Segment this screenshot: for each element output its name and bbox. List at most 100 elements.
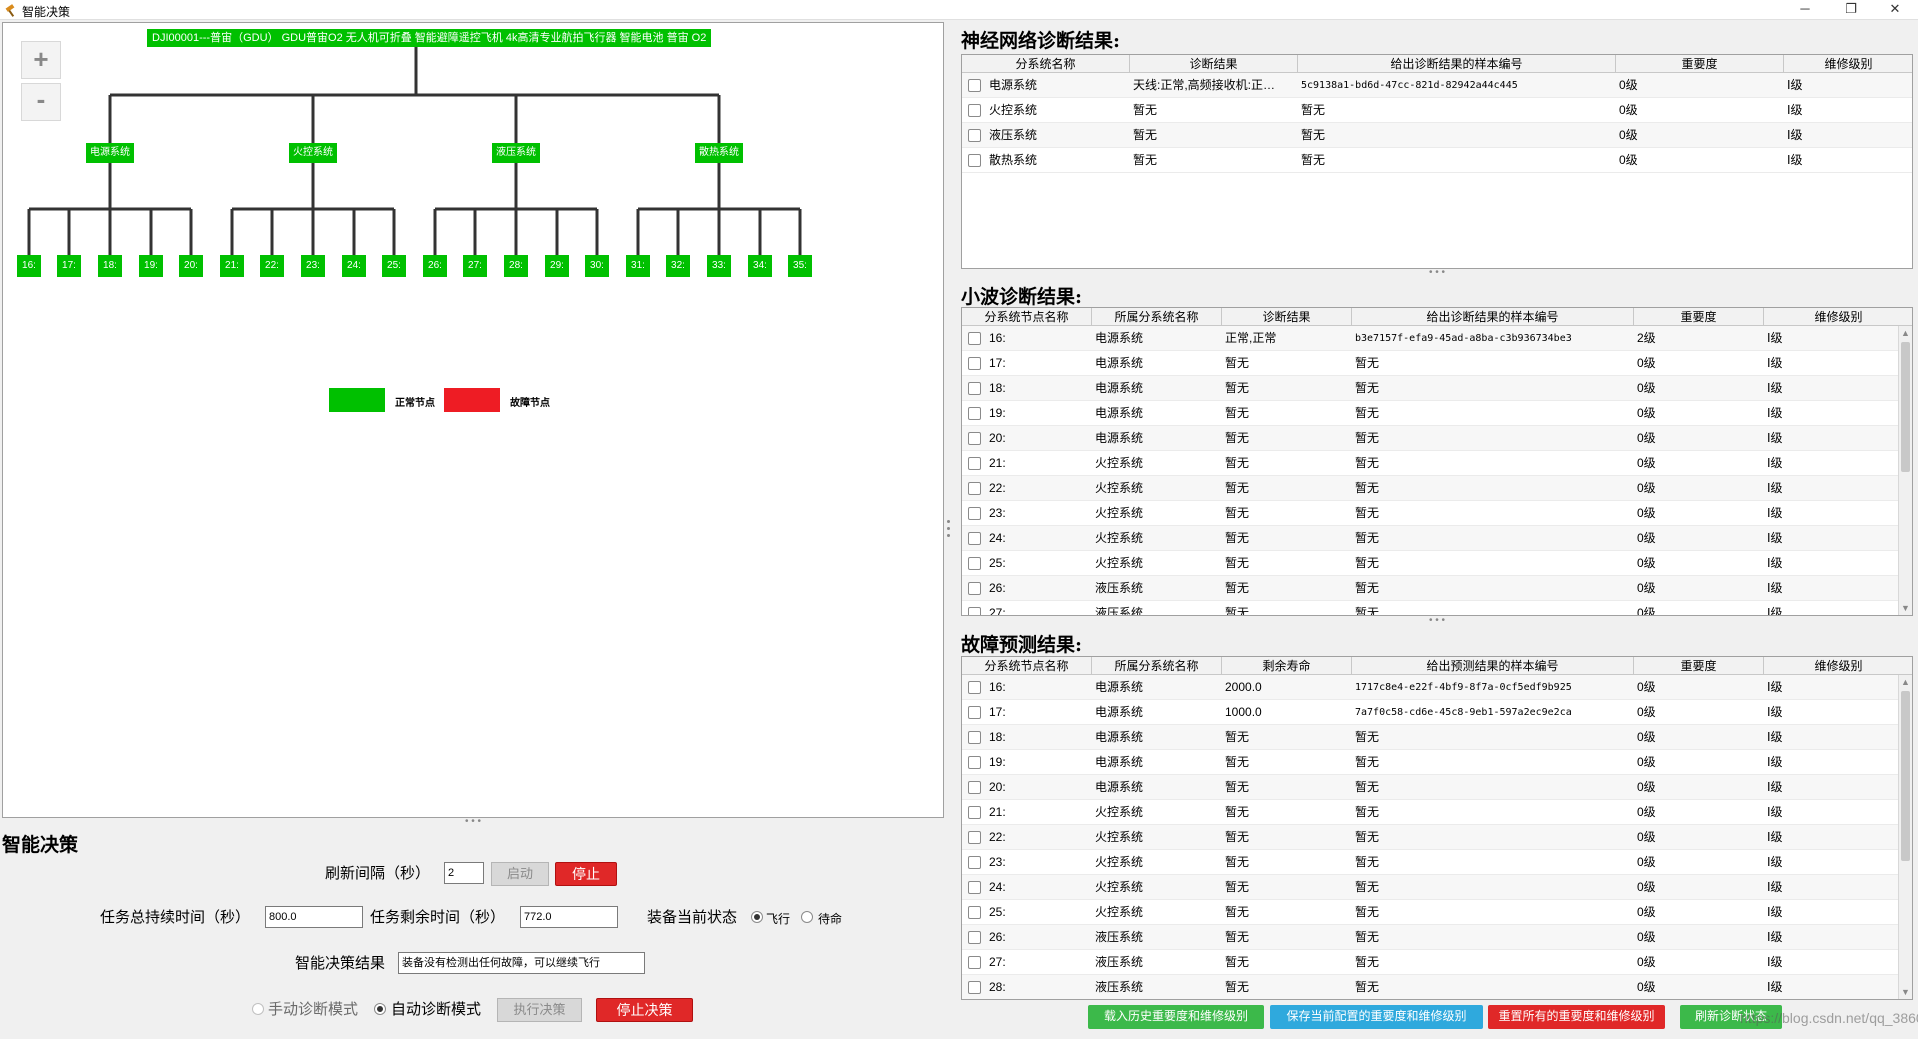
table-cell[interactable]: Ⅰ级 — [1784, 98, 1912, 123]
column-header[interactable]: 维修级别 — [1764, 308, 1912, 326]
row-checkbox[interactable] — [968, 806, 981, 819]
table-cell[interactable]: 0级 — [1634, 526, 1764, 551]
table-cell[interactable]: Ⅰ级 — [1784, 148, 1912, 173]
column-header[interactable]: 诊断结果 — [1130, 55, 1298, 73]
table-cell[interactable]: 0级 — [1616, 73, 1784, 98]
table-cell[interactable]: Ⅰ级 — [1764, 601, 1912, 615]
table-cell[interactable]: Ⅰ级 — [1764, 775, 1912, 800]
leaf-node[interactable]: 24: — [342, 255, 366, 277]
minimize-button[interactable]: ─ — [1782, 0, 1828, 20]
table-row[interactable]: 16: 电源系统 2000.0 1717c8e4-e22f-4bf9-8f7a-0cf… — [962, 675, 1912, 700]
remaining-time-input[interactable]: 772.0 — [520, 906, 618, 928]
table-cell[interactable]: Ⅰ级 — [1764, 376, 1912, 401]
row-checkbox[interactable] — [968, 731, 981, 744]
table-cell[interactable]: Ⅰ级 — [1764, 725, 1912, 750]
column-header[interactable]: 给出诊断结果的样本编号 — [1352, 308, 1634, 326]
row-checkbox[interactable] — [968, 831, 981, 844]
table-row[interactable]: 19: 电源系统 暂无 暂无 0级 Ⅰ级 — [962, 401, 1912, 426]
table-cell[interactable]: 0级 — [1634, 775, 1764, 800]
scroll-up-arrow-icon[interactable]: ▲ — [1899, 326, 1912, 340]
table-row[interactable]: 27: 液压系统 暂无 暂无 0级 Ⅰ级 — [962, 601, 1912, 615]
table-cell[interactable]: 0级 — [1634, 750, 1764, 775]
table-cell[interactable]: 0级 — [1634, 875, 1764, 900]
table-row[interactable]: 23: 火控系统 暂无 暂无 0级 Ⅰ级 — [962, 850, 1912, 875]
row-checkbox[interactable] — [968, 457, 981, 470]
table-row[interactable]: 26: 液压系统 暂无 暂无 0级 Ⅰ级 — [962, 925, 1912, 950]
column-header[interactable]: 所属分系统名称 — [1092, 308, 1222, 326]
column-header[interactable]: 维修级别 — [1784, 55, 1912, 73]
column-header[interactable]: 剩余寿命 — [1222, 657, 1352, 675]
manual-mode-radio[interactable] — [252, 1003, 264, 1015]
leaf-node[interactable]: 27: — [463, 255, 487, 277]
table-row[interactable]: 17: 电源系统 1000.0 7a7f0c58-cd6e-45c8-9eb1-597… — [962, 700, 1912, 725]
table-cell[interactable]: Ⅰ级 — [1764, 675, 1912, 700]
table-row[interactable]: 26: 液压系统 暂无 暂无 0级 Ⅰ级 — [962, 576, 1912, 601]
execute-decision-button[interactable]: 执行决策 — [497, 998, 582, 1022]
row-checkbox[interactable] — [968, 582, 981, 595]
column-header[interactable]: 维修级别 — [1764, 657, 1912, 675]
table-cell[interactable]: 0级 — [1616, 123, 1784, 148]
scroll-up-arrow-icon[interactable]: ▲ — [1899, 675, 1912, 689]
table-cell[interactable]: Ⅰ级 — [1764, 900, 1912, 925]
table-cell[interactable]: Ⅰ级 — [1764, 551, 1912, 576]
leaf-node[interactable]: 26: — [423, 255, 447, 277]
system-node[interactable]: 火控系统 — [289, 143, 337, 163]
leaf-node[interactable]: 28: — [504, 255, 528, 277]
table-row[interactable]: 19: 电源系统 暂无 暂无 0级 Ⅰ级 — [962, 750, 1912, 775]
state-standby-radio[interactable] — [801, 911, 813, 923]
leaf-node[interactable]: 34: — [748, 255, 772, 277]
row-checkbox[interactable] — [968, 881, 981, 894]
table-cell[interactable]: Ⅰ级 — [1764, 576, 1912, 601]
table-cell[interactable]: Ⅰ级 — [1764, 850, 1912, 875]
scrollbar-thumb[interactable] — [1901, 342, 1910, 472]
fault-tree-canvas[interactable]: + - DJI00001---普宙（GDU） GDU普宙O2 无人机可折叠 智能… — [2, 22, 944, 818]
scrollbar-thumb[interactable] — [1901, 691, 1910, 861]
row-checkbox[interactable] — [968, 532, 981, 545]
table-cell[interactable]: Ⅰ级 — [1764, 451, 1912, 476]
table-cell[interactable]: 0级 — [1634, 800, 1764, 825]
table-cell[interactable]: Ⅰ级 — [1764, 825, 1912, 850]
row-checkbox[interactable] — [968, 931, 981, 944]
table-row[interactable]: 25: 火控系统 暂无 暂无 0级 Ⅰ级 — [962, 551, 1912, 576]
table-row[interactable]: 21: 火控系统 暂无 暂无 0级 Ⅰ级 — [962, 451, 1912, 476]
row-checkbox[interactable] — [968, 104, 981, 117]
right-splitter-2[interactable]: • • • — [961, 616, 1913, 626]
table-row[interactable]: 18: 电源系统 暂无 暂无 0级 Ⅰ级 — [962, 725, 1912, 750]
row-checkbox[interactable] — [968, 482, 981, 495]
table-row[interactable]: 16: 电源系统 正常,正常 b3e7157f-efa9-45ad-a8ba-c3b9… — [962, 326, 1912, 351]
leaf-node[interactable]: 19: — [139, 255, 163, 277]
table-cell[interactable]: Ⅰ级 — [1764, 476, 1912, 501]
table-cell[interactable]: 0级 — [1634, 925, 1764, 950]
row-checkbox[interactable] — [968, 382, 981, 395]
table-cell[interactable]: 0级 — [1634, 476, 1764, 501]
table-cell[interactable]: Ⅰ级 — [1764, 800, 1912, 825]
row-checkbox[interactable] — [968, 332, 981, 345]
table-cell[interactable]: 0级 — [1634, 675, 1764, 700]
row-checkbox[interactable] — [968, 507, 981, 520]
system-node[interactable]: 电源系统 — [86, 143, 134, 163]
close-button[interactable]: ✕ — [1872, 0, 1918, 20]
table-row[interactable]: 22: 火控系统 暂无 暂无 0级 Ⅰ级 — [962, 825, 1912, 850]
column-header[interactable]: 分系统节点名称 — [962, 308, 1092, 326]
table-row[interactable]: 24: 火控系统 暂无 暂无 0级 Ⅰ级 — [962, 526, 1912, 551]
table-row[interactable]: 23: 火控系统 暂无 暂无 0级 Ⅰ级 — [962, 501, 1912, 526]
row-checkbox[interactable] — [968, 129, 981, 142]
table-cell[interactable]: 0级 — [1616, 98, 1784, 123]
table-cell[interactable]: Ⅰ级 — [1764, 501, 1912, 526]
save-config-button[interactable]: 保存当前配置的重要度和维修级别 — [1270, 1005, 1483, 1029]
refresh-interval-input[interactable]: 2 — [444, 862, 484, 884]
table-row[interactable]: 电源系统 天线:正常,高频接收机:正… 5c9138a1-bd6d-47cc-821… — [962, 73, 1912, 98]
zoom-in-button[interactable]: + — [21, 41, 61, 79]
column-header[interactable]: 给出诊断结果的样本编号 — [1298, 55, 1616, 73]
system-node[interactable]: 液压系统 — [492, 143, 540, 163]
stop-decision-button[interactable]: 停止决策 — [596, 998, 693, 1022]
column-header[interactable]: 所属分系统名称 — [1092, 657, 1222, 675]
row-checkbox[interactable] — [968, 357, 981, 370]
left-splitter[interactable]: • • • — [2, 817, 944, 827]
table-cell[interactable]: 0级 — [1634, 426, 1764, 451]
table-row[interactable]: 液压系统 暂无 暂无 0级 Ⅰ级 — [962, 123, 1912, 148]
table-row[interactable]: 25: 火控系统 暂无 暂无 0级 Ⅰ级 — [962, 900, 1912, 925]
table-cell[interactable]: Ⅰ级 — [1764, 925, 1912, 950]
table-row[interactable]: 20: 电源系统 暂无 暂无 0级 Ⅰ级 — [962, 775, 1912, 800]
row-checkbox[interactable] — [968, 154, 981, 167]
